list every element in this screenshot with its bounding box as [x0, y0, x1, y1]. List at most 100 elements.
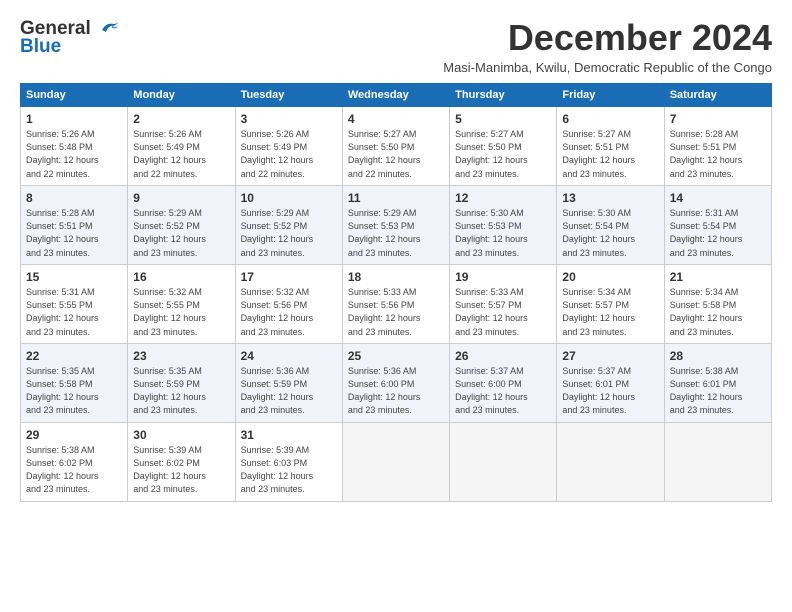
day-number: 4 [348, 111, 444, 128]
col-saturday: Saturday [664, 83, 771, 106]
day-info: Sunrise: 5:26 AMSunset: 5:49 PMDaylight:… [241, 129, 314, 178]
day-info: Sunrise: 5:29 AMSunset: 5:52 PMDaylight:… [133, 208, 206, 257]
day-cell: 23 Sunrise: 5:35 AMSunset: 5:59 PMDaylig… [128, 343, 235, 422]
week-row-1: 1 Sunrise: 5:26 AMSunset: 5:48 PMDayligh… [21, 106, 772, 185]
week-row-5: 29 Sunrise: 5:38 AMSunset: 6:02 PMDaylig… [21, 422, 772, 501]
col-wednesday: Wednesday [342, 83, 449, 106]
col-monday: Monday [128, 83, 235, 106]
col-thursday: Thursday [450, 83, 557, 106]
day-number: 12 [455, 190, 551, 207]
day-info: Sunrise: 5:27 AMSunset: 5:51 PMDaylight:… [562, 129, 635, 178]
day-cell: 26 Sunrise: 5:37 AMSunset: 6:00 PMDaylig… [450, 343, 557, 422]
week-row-3: 15 Sunrise: 5:31 AMSunset: 5:55 PMDaylig… [21, 264, 772, 343]
day-info: Sunrise: 5:38 AMSunset: 6:02 PMDaylight:… [26, 445, 99, 494]
day-cell: 11 Sunrise: 5:29 AMSunset: 5:53 PMDaylig… [342, 185, 449, 264]
day-info: Sunrise: 5:28 AMSunset: 5:51 PMDaylight:… [670, 129, 743, 178]
day-info: Sunrise: 5:36 AMSunset: 5:59 PMDaylight:… [241, 366, 314, 415]
day-cell: 4 Sunrise: 5:27 AMSunset: 5:50 PMDayligh… [342, 106, 449, 185]
day-info: Sunrise: 5:26 AMSunset: 5:49 PMDaylight:… [133, 129, 206, 178]
day-info: Sunrise: 5:32 AMSunset: 5:55 PMDaylight:… [133, 287, 206, 336]
day-cell: 21 Sunrise: 5:34 AMSunset: 5:58 PMDaylig… [664, 264, 771, 343]
day-cell: 16 Sunrise: 5:32 AMSunset: 5:55 PMDaylig… [128, 264, 235, 343]
day-info: Sunrise: 5:38 AMSunset: 6:01 PMDaylight:… [670, 366, 743, 415]
subtitle: Masi-Manimba, Kwilu, Democratic Republic… [443, 60, 772, 75]
day-cell: 18 Sunrise: 5:33 AMSunset: 5:56 PMDaylig… [342, 264, 449, 343]
day-number: 14 [670, 190, 766, 207]
day-cell: 24 Sunrise: 5:36 AMSunset: 5:59 PMDaylig… [235, 343, 342, 422]
calendar-page: General Blue December 2024 Masi-Manimba,… [0, 0, 792, 612]
day-info: Sunrise: 5:34 AMSunset: 5:58 PMDaylight:… [670, 287, 743, 336]
day-cell: 29 Sunrise: 5:38 AMSunset: 6:02 PMDaylig… [21, 422, 128, 501]
day-cell: 12 Sunrise: 5:30 AMSunset: 5:53 PMDaylig… [450, 185, 557, 264]
day-number: 18 [348, 269, 444, 286]
day-info: Sunrise: 5:39 AMSunset: 6:02 PMDaylight:… [133, 445, 206, 494]
day-cell [342, 422, 449, 501]
day-number: 3 [241, 111, 337, 128]
day-info: Sunrise: 5:26 AMSunset: 5:48 PMDaylight:… [26, 129, 99, 178]
day-number: 13 [562, 190, 658, 207]
col-tuesday: Tuesday [235, 83, 342, 106]
day-info: Sunrise: 5:27 AMSunset: 5:50 PMDaylight:… [455, 129, 528, 178]
day-cell: 2 Sunrise: 5:26 AMSunset: 5:49 PMDayligh… [128, 106, 235, 185]
day-number: 24 [241, 348, 337, 365]
day-cell: 27 Sunrise: 5:37 AMSunset: 6:01 PMDaylig… [557, 343, 664, 422]
day-cell: 1 Sunrise: 5:26 AMSunset: 5:48 PMDayligh… [21, 106, 128, 185]
day-number: 23 [133, 348, 229, 365]
day-number: 2 [133, 111, 229, 128]
day-number: 11 [348, 190, 444, 207]
day-cell: 7 Sunrise: 5:28 AMSunset: 5:51 PMDayligh… [664, 106, 771, 185]
title-area: December 2024 Masi-Manimba, Kwilu, Democ… [443, 18, 772, 75]
day-cell: 22 Sunrise: 5:35 AMSunset: 5:58 PMDaylig… [21, 343, 128, 422]
day-number: 30 [133, 427, 229, 444]
day-cell [450, 422, 557, 501]
week-row-4: 22 Sunrise: 5:35 AMSunset: 5:58 PMDaylig… [21, 343, 772, 422]
month-title: December 2024 [443, 18, 772, 58]
logo-line2: Blue [20, 36, 61, 58]
day-number: 8 [26, 190, 122, 207]
day-cell: 19 Sunrise: 5:33 AMSunset: 5:57 PMDaylig… [450, 264, 557, 343]
day-cell: 6 Sunrise: 5:27 AMSunset: 5:51 PMDayligh… [557, 106, 664, 185]
day-number: 17 [241, 269, 337, 286]
day-cell: 25 Sunrise: 5:36 AMSunset: 6:00 PMDaylig… [342, 343, 449, 422]
day-info: Sunrise: 5:35 AMSunset: 5:58 PMDaylight:… [26, 366, 99, 415]
day-cell: 31 Sunrise: 5:39 AMSunset: 6:03 PMDaylig… [235, 422, 342, 501]
day-number: 27 [562, 348, 658, 365]
day-cell: 3 Sunrise: 5:26 AMSunset: 5:49 PMDayligh… [235, 106, 342, 185]
day-info: Sunrise: 5:32 AMSunset: 5:56 PMDaylight:… [241, 287, 314, 336]
header-row: Sunday Monday Tuesday Wednesday Thursday… [21, 83, 772, 106]
day-number: 15 [26, 269, 122, 286]
day-info: Sunrise: 5:28 AMSunset: 5:51 PMDaylight:… [26, 208, 99, 257]
col-sunday: Sunday [21, 83, 128, 106]
day-cell: 30 Sunrise: 5:39 AMSunset: 6:02 PMDaylig… [128, 422, 235, 501]
day-number: 7 [670, 111, 766, 128]
day-info: Sunrise: 5:31 AMSunset: 5:55 PMDaylight:… [26, 287, 99, 336]
day-cell: 28 Sunrise: 5:38 AMSunset: 6:01 PMDaylig… [664, 343, 771, 422]
header-area: General Blue December 2024 Masi-Manimba,… [20, 18, 772, 75]
day-number: 31 [241, 427, 337, 444]
day-info: Sunrise: 5:36 AMSunset: 6:00 PMDaylight:… [348, 366, 421, 415]
day-cell: 5 Sunrise: 5:27 AMSunset: 5:50 PMDayligh… [450, 106, 557, 185]
day-info: Sunrise: 5:35 AMSunset: 5:59 PMDaylight:… [133, 366, 206, 415]
day-cell: 13 Sunrise: 5:30 AMSunset: 5:54 PMDaylig… [557, 185, 664, 264]
day-cell: 9 Sunrise: 5:29 AMSunset: 5:52 PMDayligh… [128, 185, 235, 264]
day-number: 26 [455, 348, 551, 365]
day-info: Sunrise: 5:33 AMSunset: 5:56 PMDaylight:… [348, 287, 421, 336]
day-cell: 8 Sunrise: 5:28 AMSunset: 5:51 PMDayligh… [21, 185, 128, 264]
day-number: 5 [455, 111, 551, 128]
day-info: Sunrise: 5:33 AMSunset: 5:57 PMDaylight:… [455, 287, 528, 336]
day-cell: 15 Sunrise: 5:31 AMSunset: 5:55 PMDaylig… [21, 264, 128, 343]
day-number: 21 [670, 269, 766, 286]
day-number: 9 [133, 190, 229, 207]
bird-icon [98, 20, 120, 38]
logo: General Blue [20, 18, 120, 58]
col-friday: Friday [557, 83, 664, 106]
calendar-table: Sunday Monday Tuesday Wednesday Thursday… [20, 83, 772, 502]
day-number: 22 [26, 348, 122, 365]
day-info: Sunrise: 5:39 AMSunset: 6:03 PMDaylight:… [241, 445, 314, 494]
day-number: 25 [348, 348, 444, 365]
day-cell: 14 Sunrise: 5:31 AMSunset: 5:54 PMDaylig… [664, 185, 771, 264]
day-number: 28 [670, 348, 766, 365]
day-number: 1 [26, 111, 122, 128]
day-cell: 10 Sunrise: 5:29 AMSunset: 5:52 PMDaylig… [235, 185, 342, 264]
day-info: Sunrise: 5:34 AMSunset: 5:57 PMDaylight:… [562, 287, 635, 336]
